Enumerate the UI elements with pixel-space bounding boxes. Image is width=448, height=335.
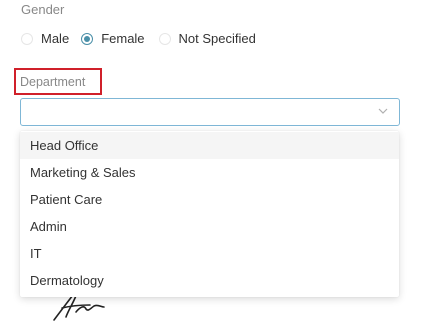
radio-label-male: Male — [41, 31, 70, 46]
chevron-down-icon — [378, 108, 388, 114]
radio-button-not-specified[interactable] — [158, 32, 171, 45]
gender-label: Gender — [21, 2, 65, 17]
dropdown-option-it[interactable]: IT — [20, 240, 399, 267]
gender-option-not-specified[interactable]: Not Specified — [158, 31, 256, 46]
radio-button-female[interactable] — [81, 32, 94, 45]
dropdown-option-dermatology[interactable]: Dermatology — [20, 267, 399, 294]
department-label: Department — [20, 75, 86, 89]
dropdown-option-head-office[interactable]: Head Office — [20, 132, 399, 159]
department-select[interactable] — [20, 98, 400, 126]
radio-selected-dot — [84, 35, 91, 42]
radio-label-female: Female — [101, 31, 145, 46]
radio-button-male[interactable] — [21, 32, 33, 45]
department-dropdown-menu: Head Office Marketing & Sales Patient Ca… — [20, 131, 399, 297]
gender-option-male[interactable]: Male — [21, 31, 69, 46]
dropdown-option-marketing-sales[interactable]: Marketing & Sales — [20, 159, 399, 186]
dropdown-option-patient-care[interactable]: Patient Care — [20, 186, 399, 213]
dropdown-option-admin[interactable]: Admin — [20, 213, 399, 240]
radio-label-not-specified: Not Specified — [178, 31, 256, 46]
gender-radio-group: Male Female Not Specified — [21, 31, 256, 46]
gender-option-female[interactable]: Female — [81, 31, 145, 46]
form-page: Gender Male Female Not Specified Departm… — [0, 0, 448, 335]
